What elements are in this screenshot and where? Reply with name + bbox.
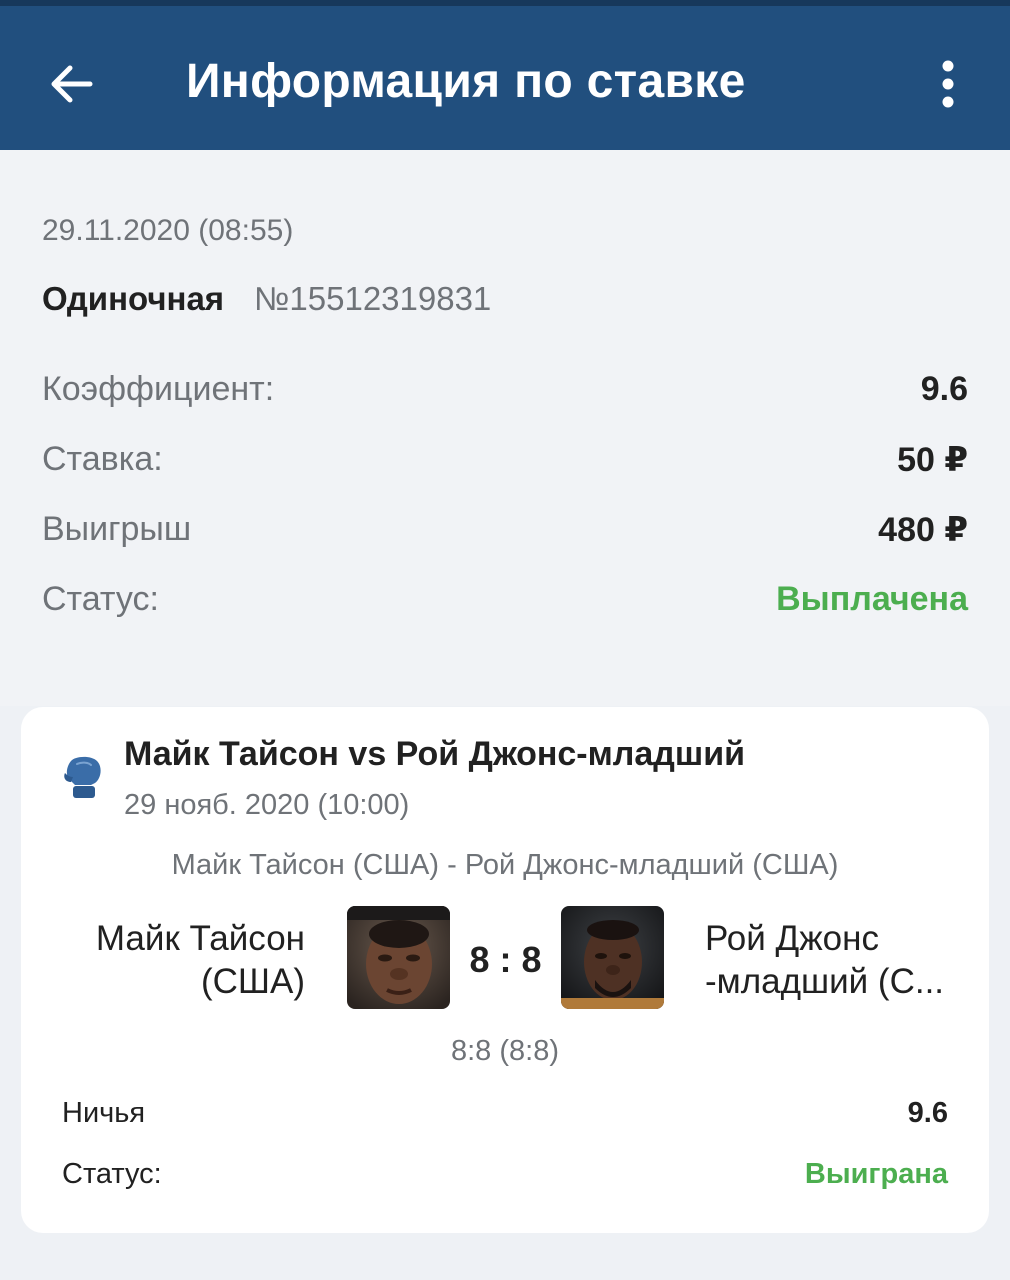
- stake-row: Ставка: 50 ₽: [42, 440, 968, 490]
- outcome-row: Ничья 9.6: [62, 1097, 948, 1141]
- team1-name-line1: Майк Тайсон: [95, 919, 305, 958]
- payout-label: Выигрыш: [42, 510, 192, 548]
- outcome-coefficient: 9.6: [907, 1097, 948, 1129]
- status-row: Статус: Выплачена: [42, 580, 968, 630]
- event-subtitle: Майк Тайсон (США) - Рой Джонс-младший (С…: [171, 849, 839, 881]
- event-card[interactable]: Майк Тайсон vs Рой Джонс-младший 29 нояб…: [21, 707, 989, 1233]
- bet-info-section: 29.11.2020 (08:55) Одиночная №1551231983…: [0, 150, 1010, 706]
- event-title: Майк Тайсон vs Рой Джонс-младший: [124, 735, 746, 773]
- event-status-label: Статус:: [62, 1158, 162, 1190]
- team1-name-line2: (США): [200, 962, 305, 1001]
- team1-avatar: [347, 906, 450, 1009]
- more-vertical-icon: [942, 60, 954, 108]
- bet-type: Одиночная: [42, 280, 225, 317]
- team2-name-line2: -младший (С...: [705, 962, 945, 1001]
- team2-name-line1: Рой Джонс: [705, 919, 879, 958]
- score-detail: 8:8 (8:8): [451, 1035, 559, 1067]
- more-options-button[interactable]: [930, 58, 966, 114]
- arrow-back-icon: [51, 65, 93, 103]
- coefficient-row: Коэффициент: 9.6: [42, 370, 968, 420]
- status-label: Статус:: [42, 580, 159, 618]
- coefficient-value: 9.6: [920, 370, 968, 408]
- match-score: 8 : 8: [469, 939, 542, 980]
- team1-name: Майк Тайсон (США): [61, 917, 305, 1003]
- stake-value: 50 ₽: [897, 441, 968, 479]
- stake-label: Ставка:: [42, 440, 163, 478]
- payout-row: Выигрыш 480 ₽: [42, 510, 968, 560]
- coefficient-label: Коэффициент:: [42, 370, 275, 408]
- back-button[interactable]: [42, 56, 98, 112]
- bet-datetime: 29.11.2020 (08:55): [42, 214, 294, 247]
- page-title: Информация по ставке: [186, 55, 746, 108]
- app-header: Информация по ставке: [0, 0, 1010, 150]
- status-value: Выплачена: [776, 580, 968, 618]
- payout-value: 480 ₽: [878, 511, 968, 549]
- team2-name: Рой Джонс -младший (С...: [705, 917, 975, 1003]
- bet-number: №15512319831: [254, 280, 492, 317]
- event-status-row: Статус: Выиграна: [62, 1158, 948, 1202]
- event-status-value: Выиграна: [804, 1158, 948, 1190]
- outcome-label: Ничья: [62, 1097, 146, 1129]
- event-date: 29 нояб. 2020 (10:00): [124, 789, 410, 821]
- boxing-glove-icon: [61, 755, 105, 801]
- team2-avatar: [561, 906, 664, 1009]
